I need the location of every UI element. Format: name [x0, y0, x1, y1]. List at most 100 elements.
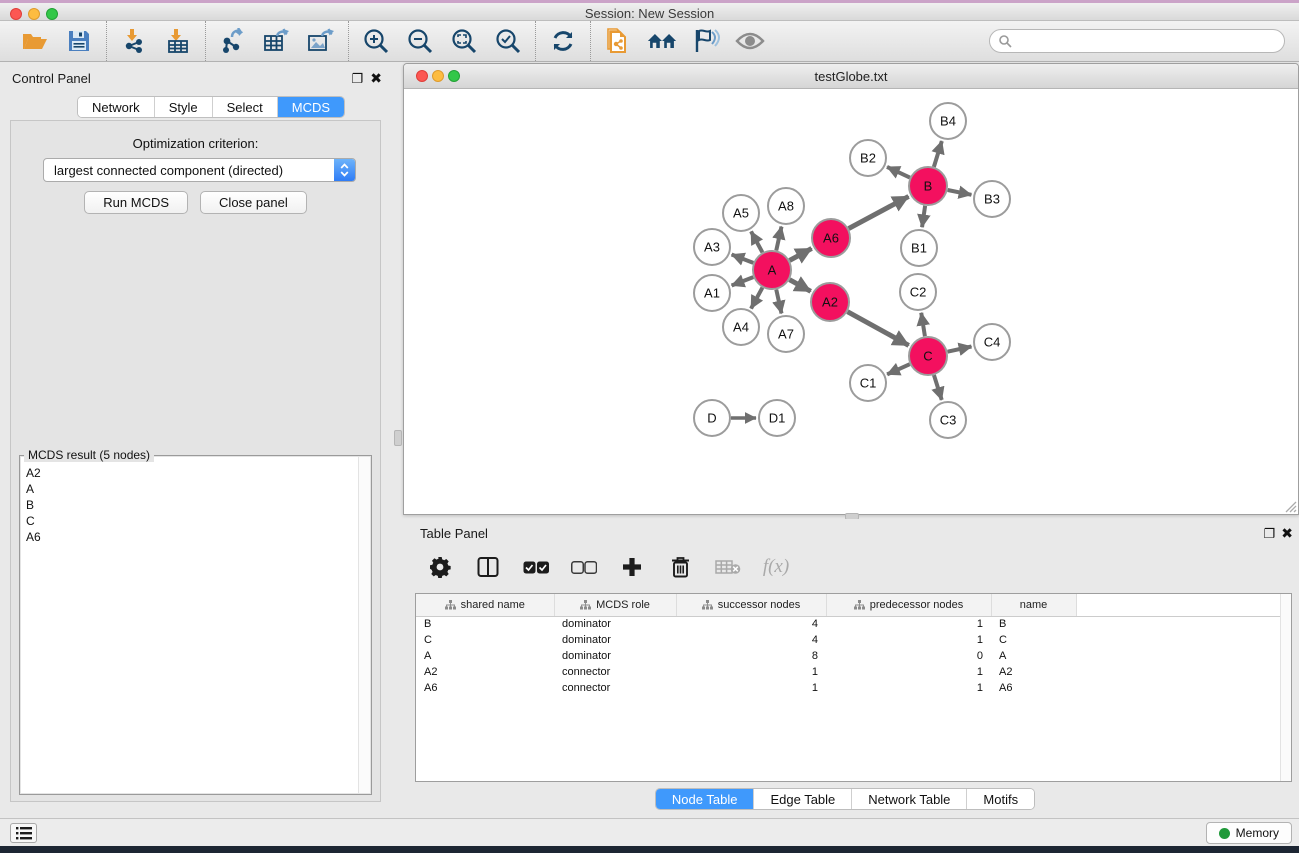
graph-node-C1[interactable]: C1: [850, 365, 886, 401]
tab-network[interactable]: Network: [78, 97, 155, 117]
graph-node-D[interactable]: D: [694, 400, 730, 436]
tab-node-table[interactable]: Node Table: [656, 789, 755, 809]
search-input[interactable]: [1012, 32, 1284, 50]
refresh-layout-button[interactable]: [548, 26, 578, 56]
table-cell[interactable]: C: [416, 632, 554, 648]
tab-network-table[interactable]: Network Table: [852, 789, 967, 809]
memory-button[interactable]: Memory: [1206, 822, 1292, 844]
graph-node-A8[interactable]: A8: [768, 188, 804, 224]
import-table-button[interactable]: [163, 26, 193, 56]
table-cell[interactable]: 1: [826, 616, 991, 632]
table-cell[interactable]: 4: [676, 632, 826, 648]
graph-edge-A-A1[interactable]: [732, 277, 754, 285]
optimization-criterion-dropdown[interactable]: largest connected component (directed): [43, 158, 356, 182]
vertical-splitter-handle[interactable]: [394, 430, 402, 446]
table-cell[interactable]: 1: [676, 664, 826, 680]
close-panel-button[interactable]: Close panel: [200, 191, 307, 214]
graph-node-A4[interactable]: A4: [723, 309, 759, 345]
close-panel-icon[interactable]: ✖: [370, 71, 382, 86]
graph-edge-B-B3[interactable]: [948, 190, 972, 195]
graph-edge-A-A5[interactable]: [751, 231, 762, 252]
zoom-out-button[interactable]: [405, 26, 435, 56]
graph-node-C2[interactable]: C2: [900, 274, 936, 310]
column-header-MCDS-role[interactable]: MCDS role: [554, 594, 676, 616]
table-row[interactable]: Cdominator41C: [416, 632, 1291, 648]
graph-edge-C-C2[interactable]: [921, 313, 925, 336]
graph-edge-C-C3[interactable]: [934, 375, 942, 400]
table-cell[interactable]: 4: [676, 616, 826, 632]
table-cell[interactable]: dominator: [554, 648, 676, 664]
graph-edge-A2-C[interactable]: [848, 312, 909, 346]
result-list-item[interactable]: A2: [21, 465, 370, 481]
table-row[interactable]: A6connector11A6: [416, 680, 1291, 696]
result-scrollbar[interactable]: [358, 457, 370, 793]
tab-select[interactable]: Select: [213, 97, 278, 117]
table-cell[interactable]: A2: [416, 664, 554, 680]
tab-mcds[interactable]: MCDS: [278, 97, 344, 117]
table-row[interactable]: A2connector11A2: [416, 664, 1291, 680]
graph-node-A3[interactable]: A3: [694, 229, 730, 265]
graph-edge-A-A6[interactable]: [790, 248, 812, 260]
graph-node-B[interactable]: B: [909, 167, 947, 205]
graph-edge-A-A2[interactable]: [790, 280, 811, 292]
delete-icon[interactable]: [667, 554, 693, 580]
column-header-name[interactable]: name: [991, 594, 1076, 616]
flag-icon[interactable]: [691, 26, 721, 56]
select-all-icon[interactable]: [523, 554, 549, 580]
table-cell[interactable]: 1: [826, 664, 991, 680]
graph-node-B4[interactable]: B4: [930, 103, 966, 139]
task-history-button[interactable]: [10, 823, 37, 843]
graph-node-C3[interactable]: C3: [930, 402, 966, 438]
table-cell[interactable]: B: [991, 616, 1076, 632]
column-header-shared-name[interactable]: shared name: [416, 594, 554, 616]
network-window-titlebar[interactable]: testGlobe.txt: [404, 64, 1298, 89]
table-cell[interactable]: 0: [826, 648, 991, 664]
float-panel-icon[interactable]: ❐: [351, 72, 363, 86]
graph-node-A[interactable]: A: [753, 251, 791, 289]
graph-node-D1[interactable]: D1: [759, 400, 795, 436]
zoom-selected-button[interactable]: [493, 26, 523, 56]
table-cell[interactable]: 1: [676, 680, 826, 696]
delete-table-icon[interactable]: [715, 554, 741, 580]
graph-edge-A-A3[interactable]: [732, 255, 754, 263]
graph-node-A6[interactable]: A6: [812, 219, 850, 257]
deselect-all-icon[interactable]: [571, 554, 597, 580]
graph-node-B3[interactable]: B3: [974, 181, 1010, 217]
export-image-button[interactable]: [306, 26, 336, 56]
save-session-button[interactable]: [64, 26, 94, 56]
zoom-fit-button[interactable]: [449, 26, 479, 56]
graph-node-A7[interactable]: A7: [768, 316, 804, 352]
table-cell[interactable]: C: [991, 632, 1076, 648]
result-list-item[interactable]: A6: [21, 529, 370, 545]
table-cell[interactable]: 1: [826, 680, 991, 696]
network-canvas[interactable]: B4B2BB3A5A8A6A3B1AA1C2A2A4A7C4CC1C3DD1: [404, 89, 1298, 514]
mcds-result-list[interactable]: A2ABCA6: [21, 457, 370, 793]
table-cell[interactable]: A6: [416, 680, 554, 696]
home-icon[interactable]: [647, 26, 677, 56]
table-cell[interactable]: 1: [826, 632, 991, 648]
table-row[interactable]: Adominator80A: [416, 648, 1291, 664]
add-icon[interactable]: [619, 554, 645, 580]
function-icon[interactable]: f(x): [763, 554, 789, 580]
graph-edge-A-A4[interactable]: [751, 288, 762, 309]
result-list-item[interactable]: C: [21, 513, 370, 529]
table-row[interactable]: Bdominator41B: [416, 616, 1291, 632]
graph-edge-A6-B[interactable]: [849, 196, 909, 228]
close-table-panel-icon[interactable]: ✖: [1281, 526, 1293, 541]
result-list-item[interactable]: A: [21, 481, 370, 497]
graph-node-A2[interactable]: A2: [811, 283, 849, 321]
table-cell[interactable]: connector: [554, 664, 676, 680]
table-cell[interactable]: 8: [676, 648, 826, 664]
graph-edge-A-A8[interactable]: [776, 227, 781, 251]
table-scrollbar[interactable]: [1280, 594, 1291, 781]
graph-edge-B-B1[interactable]: [922, 206, 925, 227]
tab-edge-table[interactable]: Edge Table: [754, 789, 852, 809]
graph-node-B1[interactable]: B1: [901, 230, 937, 266]
export-network-button[interactable]: [218, 26, 248, 56]
open-session-button[interactable]: [20, 26, 50, 56]
graph-node-B2[interactable]: B2: [850, 140, 886, 176]
zoom-in-button[interactable]: [361, 26, 391, 56]
graph-edge-C-C1[interactable]: [887, 364, 910, 374]
table-cell[interactable]: B: [416, 616, 554, 632]
float-table-panel-icon[interactable]: ❐: [1263, 527, 1275, 541]
